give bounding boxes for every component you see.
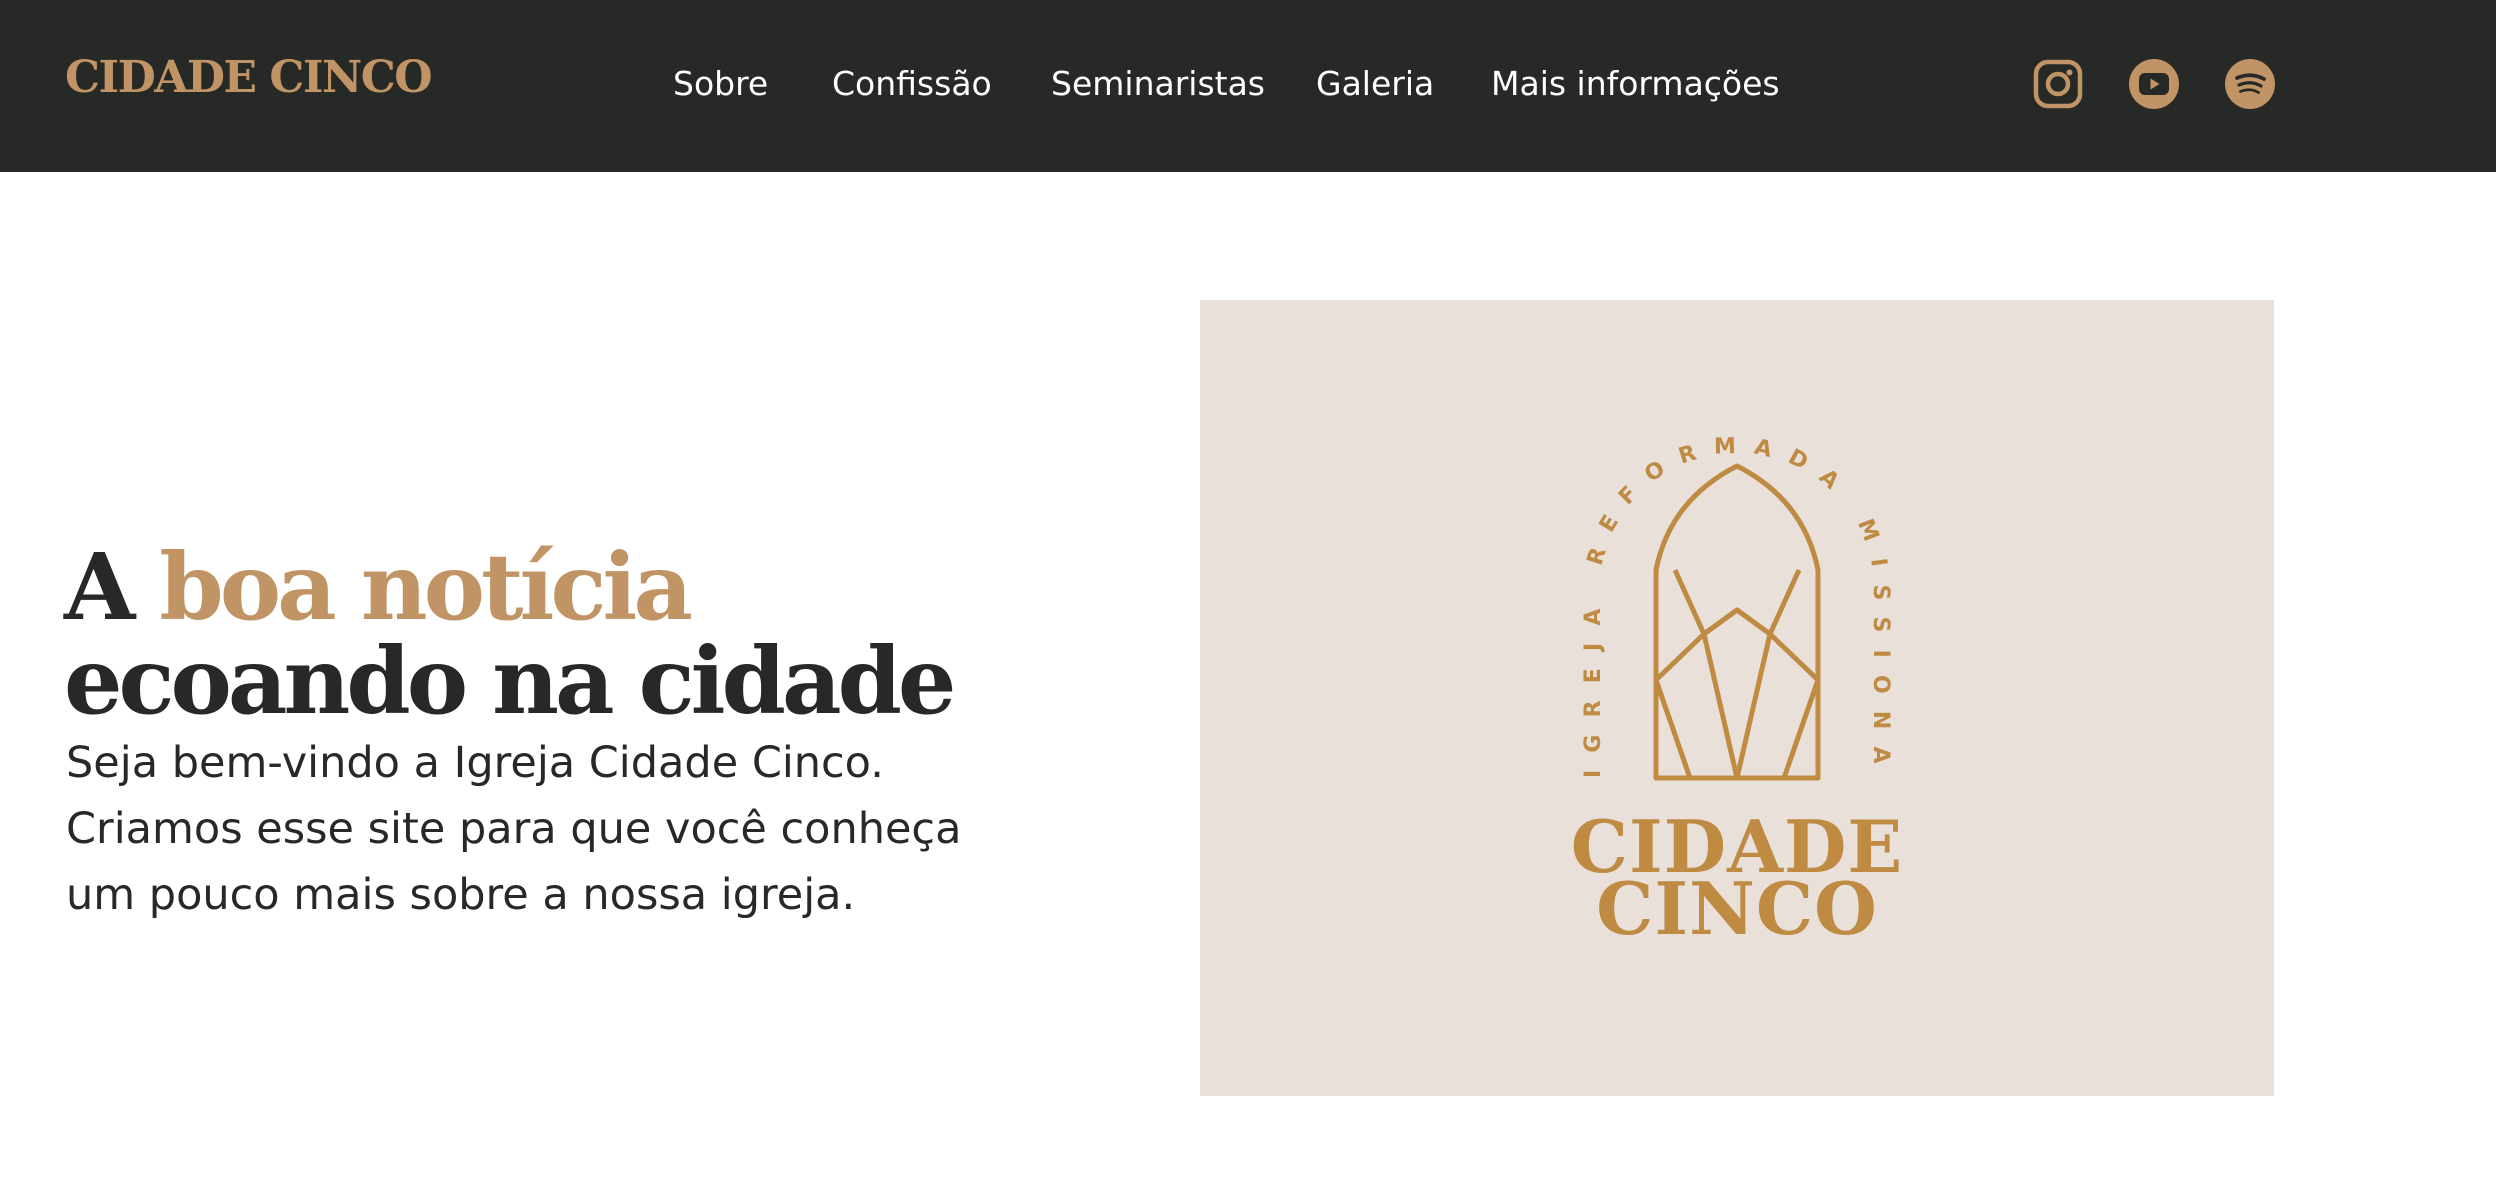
nav-link-sobre[interactable]: Sobre [673, 60, 768, 108]
hero-paragraph: Seja bem-vindo a Igreja Cidade Cinco. Cr… [66, 730, 1066, 928]
youtube-icon[interactable] [2129, 59, 2179, 109]
hero-title-line2: ecoando na cidade [64, 626, 956, 735]
hero-title-prefix: A [64, 532, 160, 641]
top-nav-bar: CIDADE CINCO Sobre Confissão Seminarista… [0, 0, 2496, 172]
nav-link-mais-informacoes[interactable]: Mais informações [1491, 60, 1780, 108]
instagram-icon[interactable] [2033, 59, 2083, 109]
hero-paragraph-line: um pouco mais sobre a nossa igreja. [66, 870, 856, 920]
hero-title-highlight: boa notícia [159, 532, 693, 641]
hero-paragraph-line: Criamos esse site para que você conheça [66, 804, 962, 854]
window-arch-icon [1653, 463, 1821, 781]
nav-link-seminaristas[interactable]: Seminaristas [1051, 60, 1265, 108]
hero-paragraph-line: Seja bem-vindo a Igreja Cidade Cinco. [66, 738, 884, 788]
church-logo: IGREJA REFORMADA MISSIONAL [1200, 300, 1893, 781]
logo-arc-text: IGREJA REFORMADA MISSIONAL [1200, 300, 1893, 781]
nav-link-confissao[interactable]: Confissão [832, 60, 992, 108]
main-nav: Sobre Confissão Seminaristas Galeria Mai… [0, 60, 2496, 108]
logo-word-cinco: CINCO [1596, 866, 1878, 951]
nav-link-galeria[interactable]: Galeria [1316, 60, 1434, 108]
spotify-icon[interactable] [2225, 59, 2275, 109]
church-logo-card: IGREJA REFORMADA MISSIONAL CIDADE CINCO [1200, 300, 2274, 1096]
hero-title: A boa notícia ecoando na cidade [64, 540, 956, 735]
